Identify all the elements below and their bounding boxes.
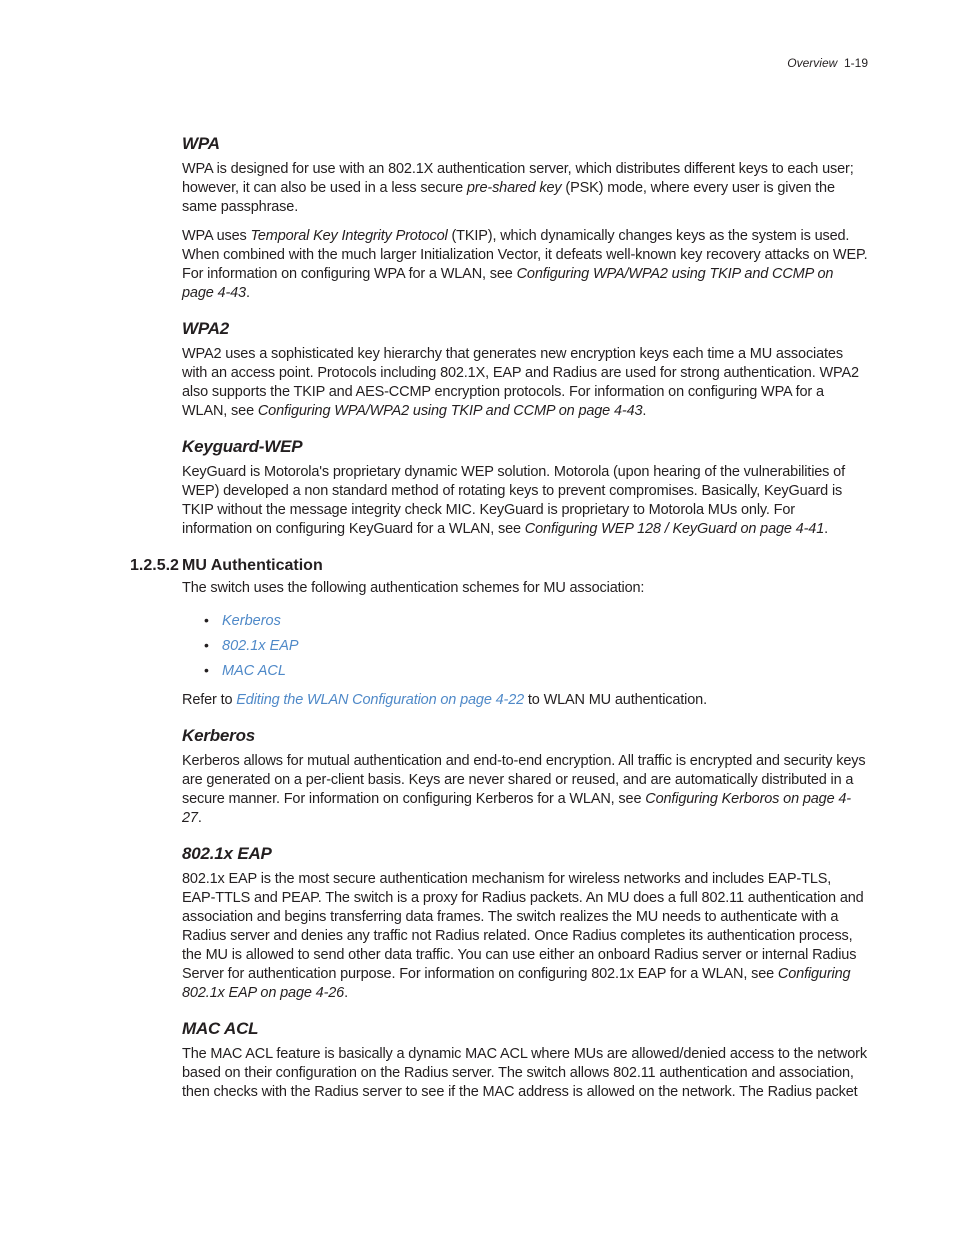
heading-kerberos: Kerberos [182, 726, 868, 746]
wpa2-paragraph-1: WPA2 uses a sophisticated key hierarchy … [182, 345, 868, 421]
list-item: 802.1x EAP [204, 633, 868, 658]
heading-keyguard-wep: Keyguard-WEP [182, 437, 868, 457]
text-run: WPA uses [182, 228, 251, 244]
muauth-intro: The switch uses the following authentica… [182, 579, 868, 598]
header-page-number: 1-19 [844, 56, 868, 70]
heading-wpa: WPA [182, 134, 868, 154]
text-run: Refer to [182, 692, 236, 708]
section-number: 1.2.5.2 [130, 557, 182, 575]
heading-wpa2: WPA2 [182, 319, 868, 339]
kerberos-paragraph-1: Kerberos allows for mutual authenticatio… [182, 752, 868, 828]
link-kerberos[interactable]: Kerberos [222, 613, 281, 629]
text-run: . [246, 285, 250, 301]
eap-paragraph-1: 802.1x EAP is the most secure authentica… [182, 870, 868, 1003]
xref: Configuring WEP 128 / KeyGuard on page 4… [525, 521, 824, 537]
header-section: Overview [787, 56, 837, 70]
link-editing-wlan-config[interactable]: Editing the WLAN Configuration on page 4… [236, 692, 524, 708]
heading-mac-acl: MAC ACL [182, 1019, 868, 1039]
text-run-italic: pre-shared key [467, 180, 562, 196]
wpa-paragraph-1: WPA is designed for use with an 802.1X a… [182, 160, 868, 217]
list-item: Kerberos [204, 608, 868, 633]
keyguard-paragraph-1: KeyGuard is Motorola's proprietary dynam… [182, 463, 868, 539]
text-run: . [198, 810, 202, 826]
list-item: MAC ACL [204, 658, 868, 683]
auth-scheme-list: Kerberos 802.1x EAP MAC ACL [204, 608, 868, 683]
link-mac-acl[interactable]: MAC ACL [222, 663, 286, 679]
wpa-paragraph-2: WPA uses Temporal Key Integrity Protocol… [182, 227, 868, 303]
muauth-refer: Refer to Editing the WLAN Configuration … [182, 691, 868, 710]
text-run: 802.1x EAP is the most secure authentica… [182, 871, 864, 982]
section-title: MU Authentication [182, 557, 323, 575]
xref: Configuring WPA/WPA2 using TKIP and CCMP… [258, 403, 643, 419]
text-run-italic: Temporal Key Integrity Protocol [251, 228, 448, 244]
section-heading-mu-authentication: 1.2.5.2 MU Authentication [130, 557, 868, 575]
text-run: . [824, 521, 828, 537]
link-8021x-eap[interactable]: 802.1x EAP [222, 638, 299, 654]
content: WPA WPA is designed for use with an 802.… [182, 56, 868, 1102]
heading-8021x-eap: 802.1x EAP [182, 844, 868, 864]
text-run: . [344, 985, 348, 1001]
page-header: Overview 1-19 [787, 56, 868, 70]
text-run: to WLAN MU authentication. [524, 692, 707, 708]
page: Overview 1-19 WPA WPA is designed for us… [0, 0, 954, 1235]
macacl-paragraph-1: The MAC ACL feature is basically a dynam… [182, 1045, 868, 1102]
text-run: . [642, 403, 646, 419]
